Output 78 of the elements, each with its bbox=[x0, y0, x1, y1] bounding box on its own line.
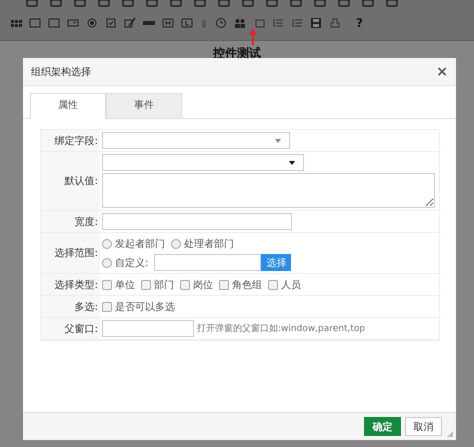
caret-icon bbox=[275, 139, 281, 143]
text-input[interactable] bbox=[102, 320, 194, 337]
format-icon[interactable] bbox=[146, 0, 158, 8]
textbox-icon[interactable] bbox=[29, 17, 41, 29]
confirm-button[interactable]: 确定 bbox=[364, 417, 401, 436]
field-label: 选择范围: bbox=[41, 233, 100, 273]
textbox-icon[interactable] bbox=[48, 17, 60, 29]
checkbox[interactable] bbox=[141, 280, 151, 290]
checkbox[interactable] bbox=[180, 280, 190, 290]
list-icon[interactable] bbox=[291, 17, 303, 29]
field-label: 多选: bbox=[41, 296, 100, 317]
radio-icon[interactable] bbox=[86, 17, 98, 29]
radio-button[interactable] bbox=[171, 238, 181, 248]
checkbox-label: 是否可以多选 bbox=[115, 300, 175, 314]
resize-grip-icon bbox=[447, 431, 453, 437]
clock-icon[interactable] bbox=[215, 17, 227, 29]
list-icon[interactable] bbox=[272, 17, 284, 29]
radio-label: 发起者部门 bbox=[115, 238, 165, 250]
caret-icon bbox=[289, 161, 295, 165]
save-icon[interactable] bbox=[310, 17, 322, 29]
radio-button[interactable] bbox=[102, 238, 112, 248]
format-icon[interactable] bbox=[362, 0, 374, 8]
checkbox-label: 单位 bbox=[115, 278, 135, 292]
field-label: 默认值: bbox=[41, 152, 100, 210]
checkbox[interactable] bbox=[102, 302, 112, 312]
radio-label: 自定义: bbox=[115, 256, 148, 270]
textarea-field[interactable] bbox=[102, 173, 435, 208]
h-box-icon[interactable] bbox=[162, 17, 174, 29]
picture-icon[interactable] bbox=[253, 17, 265, 29]
checkbox-label: 岗位 bbox=[193, 278, 213, 292]
dialog-title: 组织架构选择 bbox=[31, 66, 91, 78]
radio-button[interactable] bbox=[102, 258, 112, 268]
help-button[interactable]: ? bbox=[356, 16, 363, 30]
format-icon[interactable] bbox=[98, 0, 110, 8]
checkbox[interactable] bbox=[268, 280, 278, 290]
tab[interactable]: 事件 bbox=[106, 93, 182, 118]
format-icon[interactable] bbox=[290, 0, 302, 8]
checkbox-label: 人员 bbox=[281, 278, 301, 292]
l-box-icon[interactable] bbox=[181, 17, 193, 29]
document-title: 控件测试 bbox=[212, 45, 262, 62]
text-input[interactable] bbox=[154, 254, 262, 271]
field-label: 宽度: bbox=[41, 211, 100, 232]
people-icon[interactable] bbox=[234, 17, 246, 29]
paperclip-icon[interactable] bbox=[200, 17, 208, 29]
tab[interactable]: 属性 bbox=[30, 93, 106, 119]
pen-icon[interactable] bbox=[124, 17, 136, 29]
format-icon[interactable] bbox=[26, 0, 38, 8]
select-field[interactable] bbox=[102, 154, 304, 171]
stamp-icon[interactable] bbox=[329, 17, 341, 29]
hint-text: 打开弹窗的父窗口如:window,parent,top bbox=[197, 322, 366, 335]
format-icon[interactable] bbox=[50, 0, 62, 8]
checkbox[interactable] bbox=[219, 280, 229, 290]
format-icon[interactable] bbox=[218, 0, 230, 8]
checkbox-label: 部门 bbox=[154, 278, 174, 292]
radio-label: 处理者部门 bbox=[184, 238, 234, 250]
format-icon[interactable] bbox=[74, 0, 86, 8]
format-icon[interactable] bbox=[122, 0, 134, 8]
arrow-icon bbox=[248, 26, 258, 46]
format-icon[interactable] bbox=[338, 0, 350, 8]
checkbox-label: 角色组 bbox=[232, 278, 262, 292]
field-label: 绑定字段: bbox=[41, 130, 100, 151]
text-input[interactable] bbox=[102, 213, 292, 230]
format-icon[interactable] bbox=[170, 0, 182, 8]
format-icon[interactable] bbox=[266, 0, 278, 8]
select-field[interactable] bbox=[102, 132, 290, 149]
cancel-button[interactable]: 取消 bbox=[405, 417, 442, 436]
format-icon[interactable] bbox=[314, 0, 326, 8]
dropdown-icon[interactable] bbox=[67, 17, 79, 29]
format-icon[interactable] bbox=[386, 0, 398, 8]
format-icon[interactable] bbox=[194, 0, 206, 8]
field-label: 父窗口: bbox=[41, 318, 100, 339]
grid-icon[interactable] bbox=[10, 17, 22, 29]
checkbox-icon[interactable] bbox=[105, 17, 117, 29]
close-button[interactable]: × bbox=[436, 64, 448, 80]
checkbox[interactable] bbox=[102, 280, 112, 290]
select-button[interactable]: 选择 bbox=[261, 254, 292, 271]
field-label: 选择类型: bbox=[41, 274, 100, 295]
format-icon[interactable] bbox=[242, 0, 254, 8]
